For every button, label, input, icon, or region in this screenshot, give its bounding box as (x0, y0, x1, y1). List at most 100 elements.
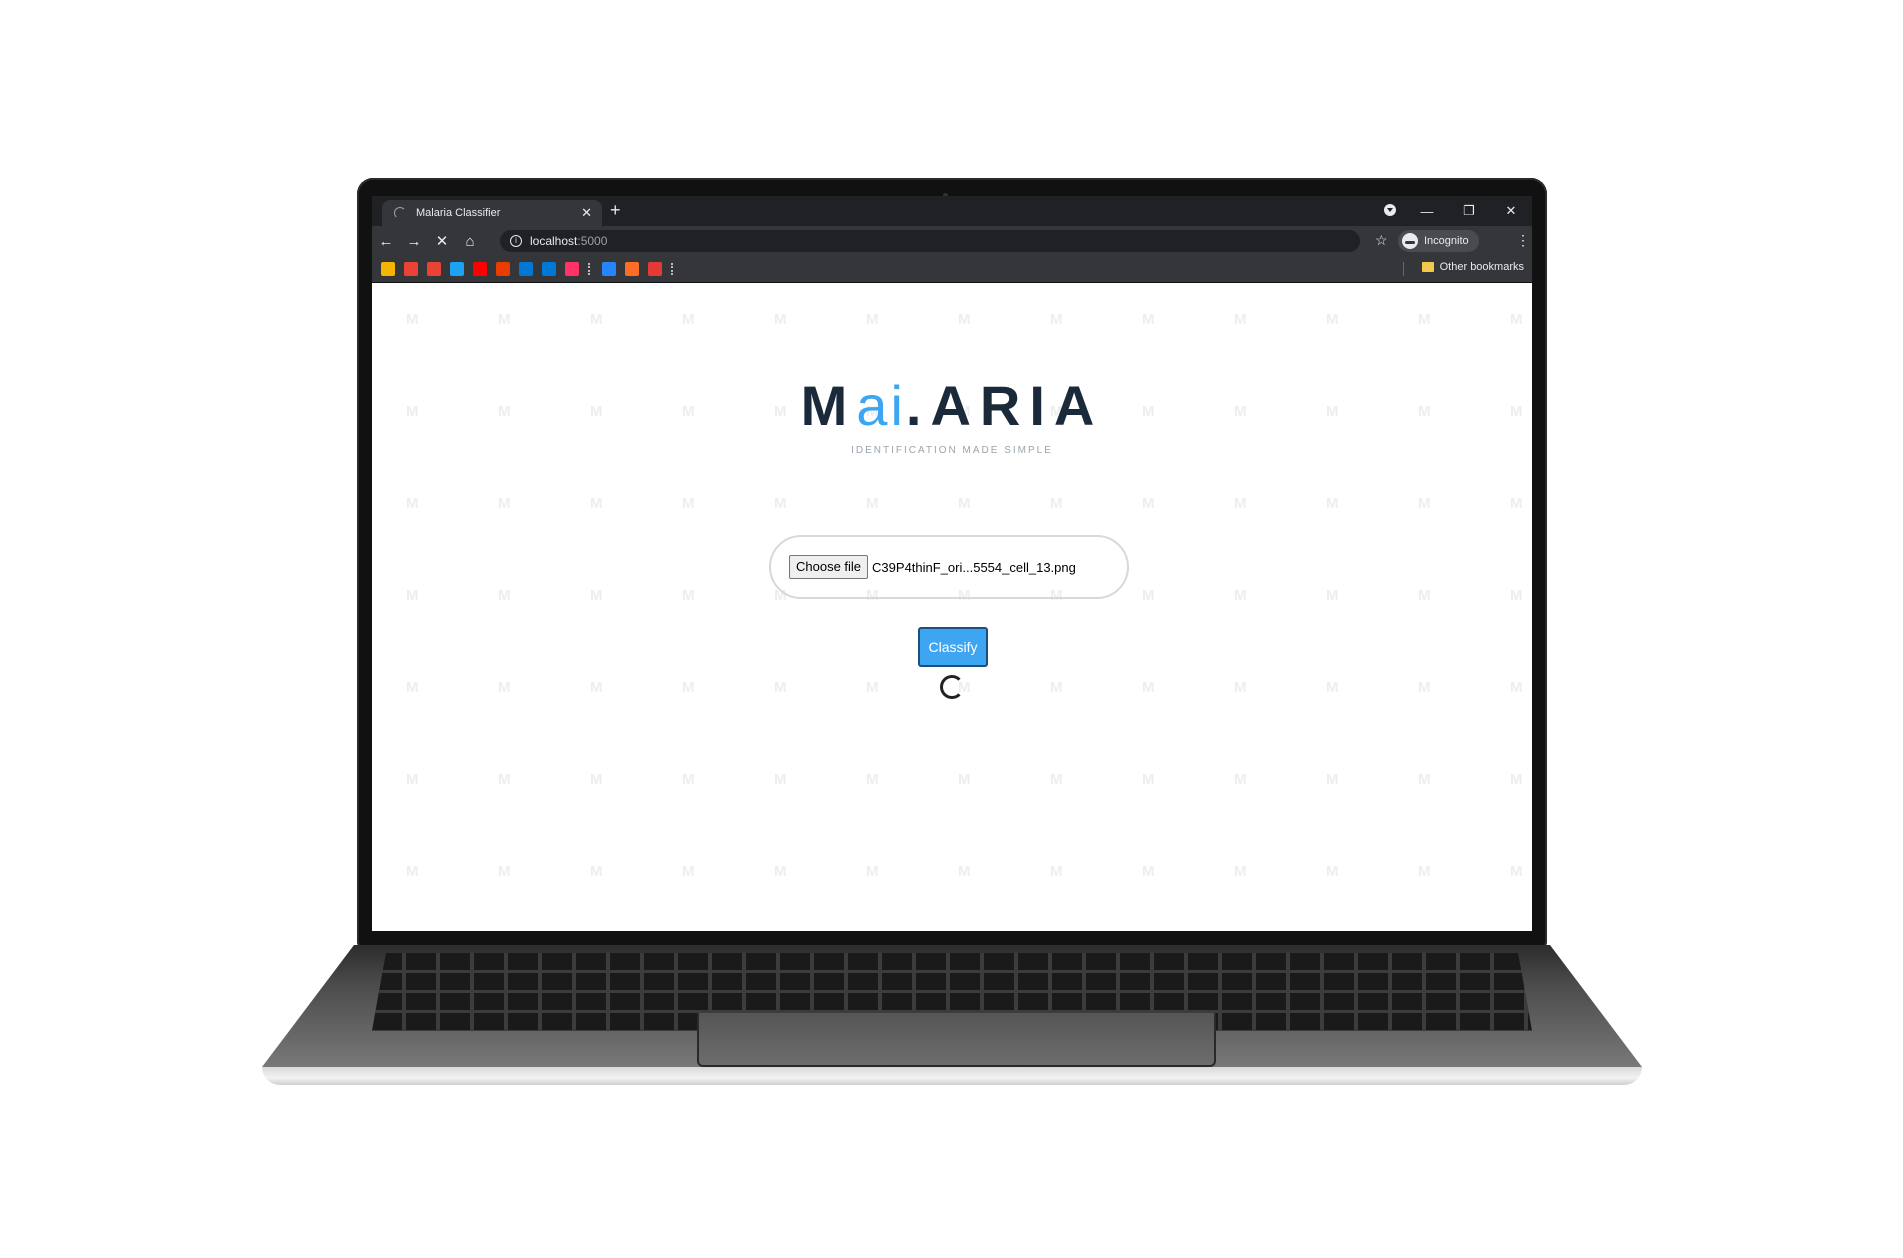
bookmarks-divider (1403, 262, 1404, 276)
watermark-m: M (958, 495, 971, 512)
watermark-m: M (774, 495, 787, 512)
site-info-icon[interactable]: i (510, 235, 522, 247)
browser-menu-icon[interactable]: ⋮ (1516, 232, 1530, 249)
watermark-m: M (1510, 311, 1523, 328)
choose-file-button[interactable]: Choose file (789, 555, 869, 579)
watermark-m: M (1326, 587, 1339, 604)
watermark-m: M (866, 311, 879, 328)
watermark-m: M (1418, 587, 1431, 604)
other-bookmarks-label: Other bookmarks (1439, 261, 1524, 273)
tagline: IDENTIFICATION MADE SIMPLE (851, 445, 1053, 456)
watermark-m: M (498, 863, 511, 880)
watermark-m: M (1050, 311, 1063, 328)
watermark-m: M (1234, 863, 1247, 880)
laptop-screen: Malaria Classifier ✕ + — ❐ ✕ ← → ✕ ⌂ i l… (372, 196, 1532, 931)
watermark-m: M (1234, 771, 1247, 788)
watermark-m: M (590, 679, 603, 696)
bookmarks-bar: Other bookmarks (372, 256, 1532, 283)
minimize-button[interactable]: — (1406, 204, 1448, 219)
bookmark-star-icon[interactable]: ☆ (1375, 232, 1388, 249)
url-host: localhost (530, 234, 578, 248)
restore-button[interactable]: ❐ (1448, 203, 1490, 219)
watermark-m: M (866, 495, 879, 512)
tab-title: Malaria Classifier (416, 207, 501, 219)
watermark-m: M (1142, 311, 1155, 328)
watermark-m: M (1510, 679, 1523, 696)
bookmark-twitter-icon[interactable] (450, 262, 464, 276)
watermark-m: M (1326, 311, 1339, 328)
watermark-m: M (406, 679, 419, 696)
bookmark-outlook-icon[interactable] (519, 262, 533, 276)
watermark-m: M (590, 863, 603, 880)
watermark-m: M (1142, 679, 1155, 696)
bookmark-gmail-icon[interactable] (404, 262, 418, 276)
new-tab-button[interactable]: + (610, 200, 621, 221)
stop-loading-icon[interactable]: ✕ (428, 232, 456, 250)
webcam (943, 185, 961, 216)
watermark-m: M (406, 587, 419, 604)
back-arrow-icon[interactable]: ← (372, 233, 400, 250)
malaria-logo: Mai.ARIA (372, 373, 1532, 438)
bookmark-gitlab-icon[interactable] (625, 262, 639, 276)
watermark-m: M (406, 495, 419, 512)
logo-aria: ARIA (930, 374, 1104, 437)
watermark-m: M (682, 771, 695, 788)
bookmark-invision-icon[interactable] (565, 262, 579, 276)
watermark-m: M (498, 771, 511, 788)
home-icon[interactable]: ⌂ (456, 233, 484, 250)
incognito-button[interactable]: Incognito (1398, 230, 1479, 252)
bookmark-onedrive-icon[interactable] (542, 262, 556, 276)
watermark-m: M (958, 311, 971, 328)
bookmark-google-drive-icon[interactable] (381, 262, 395, 276)
watermark-m: M (590, 587, 603, 604)
laptop-front-edge (262, 1067, 1642, 1085)
url-port: :5000 (577, 234, 608, 248)
bookmark-jira-icon[interactable] (602, 262, 616, 276)
other-bookmarks[interactable]: Other bookmarks (1421, 261, 1524, 273)
watermark-m: M (1418, 771, 1431, 788)
watermark-m: M (498, 495, 511, 512)
watermark-m: M (1418, 311, 1431, 328)
watermark-m: M (774, 311, 787, 328)
incognito-label: Incognito (1424, 235, 1469, 247)
bookmark-gmail-2-icon[interactable] (427, 262, 441, 276)
forward-arrow-icon[interactable]: → (400, 233, 428, 250)
page-content: M M M M M M M M M M M M M M M M M M M M M M M M M M M M M M M M M M M M M M M M… (372, 283, 1532, 931)
close-window-button[interactable]: ✕ (1490, 203, 1532, 219)
tab-close-icon[interactable]: ✕ (581, 205, 592, 221)
incognito-icon (1402, 233, 1418, 249)
watermark-m: M (406, 771, 419, 788)
watermark-m: M (682, 679, 695, 696)
watermark-m: M (958, 863, 971, 880)
bookmark-separator (588, 263, 593, 275)
watermark-m: M (1418, 863, 1431, 880)
watermark-m: M (1142, 587, 1155, 604)
bookmark-bug-tracker-icon[interactable] (648, 262, 662, 276)
watermark-m: M (1142, 863, 1155, 880)
address-bar[interactable]: i localhost:5000 (500, 230, 1360, 252)
watermark-m: M (682, 587, 695, 604)
browser-toolbar: ← → ✕ ⌂ i localhost:5000 ☆ Incognito ⋮ (372, 226, 1532, 256)
watermark-m: M (866, 863, 879, 880)
watermark-m: M (774, 771, 787, 788)
watermark-m: M (498, 679, 511, 696)
watermark-m: M (590, 771, 603, 788)
tab-search-icon[interactable] (1384, 204, 1396, 216)
watermark-m: M (1050, 863, 1063, 880)
classify-button[interactable]: Classify (918, 627, 988, 667)
watermark-m: M (1510, 863, 1523, 880)
bookmark-youtube-icon[interactable] (473, 262, 487, 276)
loading-spinner-icon (940, 675, 964, 699)
watermark-m: M (682, 311, 695, 328)
browser-tab-bar: Malaria Classifier ✕ + — ❐ ✕ (372, 196, 1532, 226)
bookmark-office-icon[interactable] (496, 262, 510, 276)
watermark-m: M (1050, 771, 1063, 788)
watermark-m: M (1050, 679, 1063, 696)
logo-ai: ai (856, 374, 906, 437)
watermark-m: M (1142, 771, 1155, 788)
watermark-m: M (682, 495, 695, 512)
tab-malaria-classifier[interactable]: Malaria Classifier ✕ (382, 200, 602, 226)
watermark-m: M (498, 311, 511, 328)
watermark-m: M (406, 863, 419, 880)
watermark-m: M (1418, 679, 1431, 696)
